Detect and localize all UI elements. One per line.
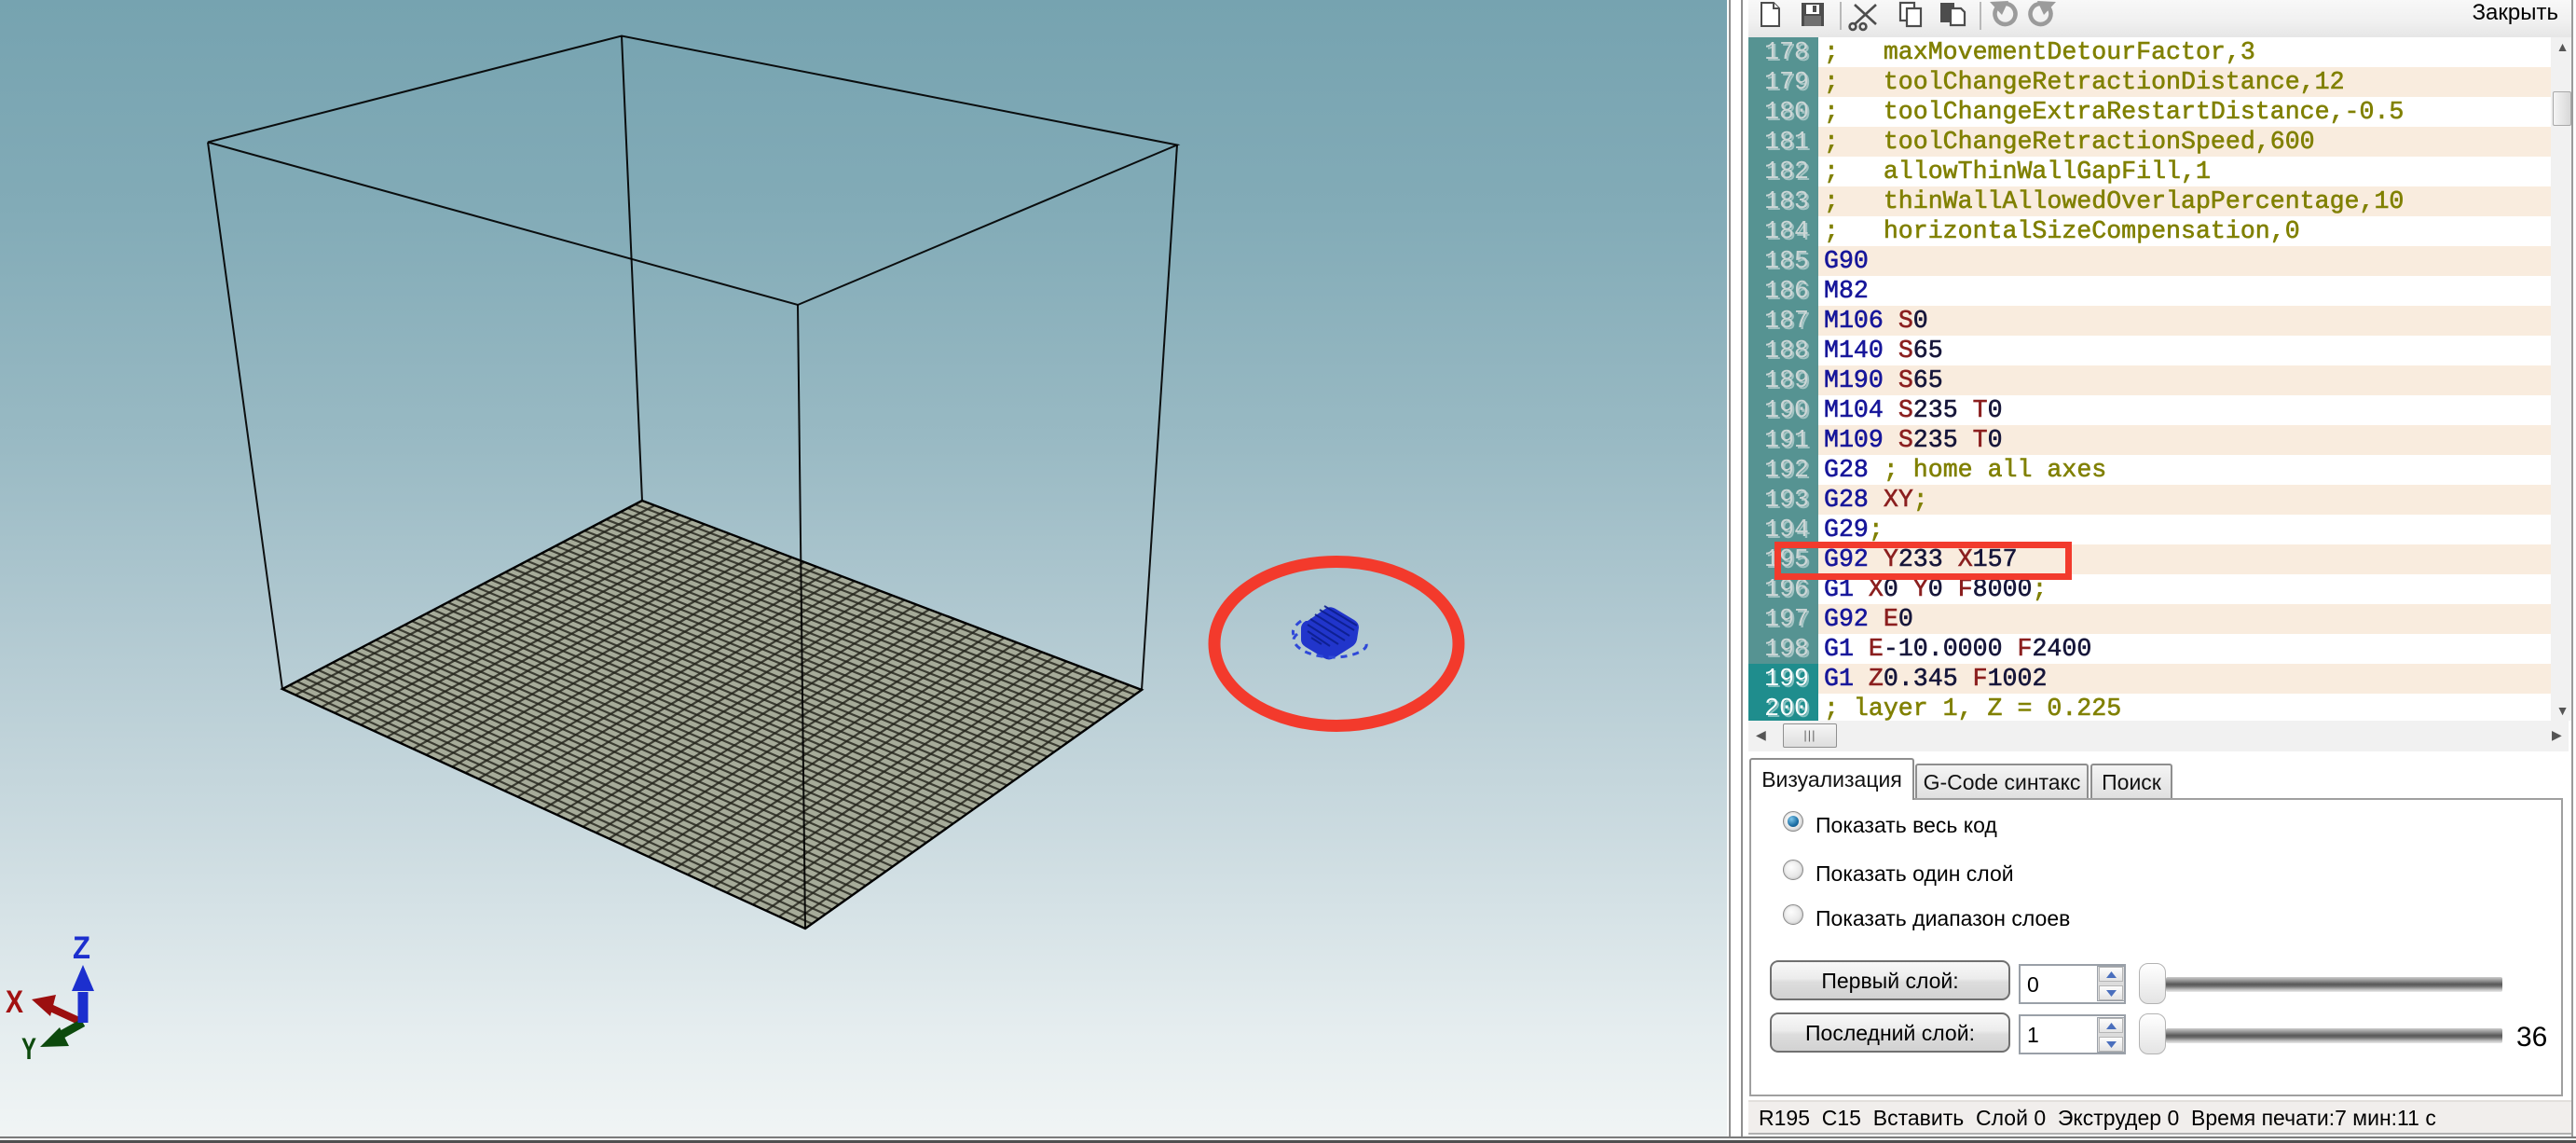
svg-text:Z: Z [73, 930, 90, 966]
svg-text:Y: Y [21, 1032, 36, 1066]
svg-text:X: X [6, 985, 23, 1020]
